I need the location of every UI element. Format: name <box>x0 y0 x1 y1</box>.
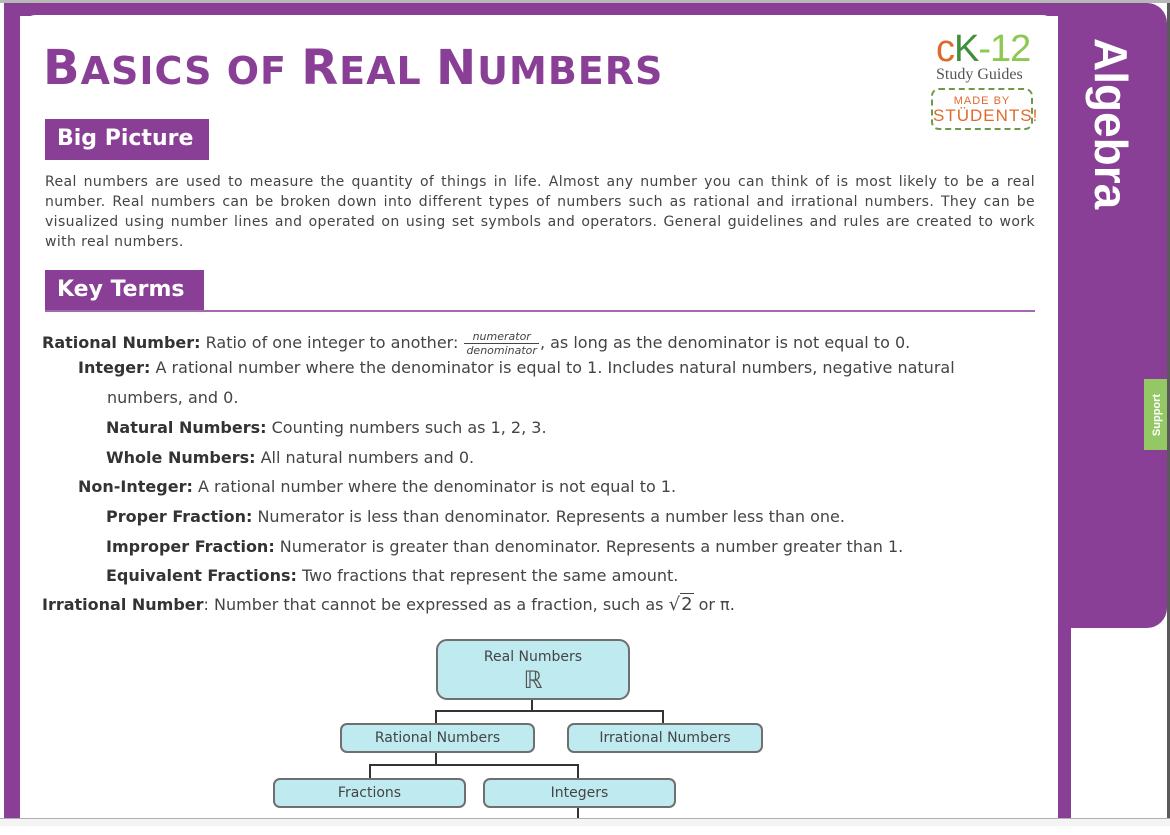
diagram-node-fractions: Fractions <box>273 778 466 808</box>
term-text: Two fractions that represent the same am… <box>296 566 679 585</box>
term-integer: Integer: A rational number where the den… <box>78 358 955 378</box>
connector-line <box>369 764 579 766</box>
study-guides-label: Study Guides <box>936 66 1023 83</box>
square-root: √2 <box>668 593 694 615</box>
term-text: : Number that cannot be expressed as a f… <box>203 595 669 614</box>
term-rational-number: Rational Number: Ratio of one integer to… <box>42 330 910 357</box>
connector-line <box>662 710 664 724</box>
ck12-logo: cK-12 Study Guides MADE BY STÜDENTS! <box>928 28 1038 138</box>
key-terms-heading: Key Terms <box>45 270 204 312</box>
radicand: 2 <box>680 593 694 615</box>
term-integer-continued: numbers, and 0. <box>107 388 239 407</box>
logo-k: K <box>954 28 979 70</box>
connector-line <box>435 710 664 712</box>
term-text: All natural numbers and 0. <box>255 448 475 467</box>
term-label: Equivalent Fractions: <box>106 566 297 585</box>
big-picture-paragraph: Real numbers are used to measure the qua… <box>45 174 1035 250</box>
term-label: Integer: <box>78 358 151 377</box>
term-label: Natural Numbers: <box>106 418 267 437</box>
page-title: BASICS OF REAL NUMBERS <box>43 40 663 99</box>
title-part: N <box>435 40 478 96</box>
fraction: numerator denominator <box>464 330 539 357</box>
logo-c: c <box>936 28 955 70</box>
title-part: R <box>301 40 340 96</box>
term-label: Irrational Number <box>42 595 204 614</box>
subject-title: Algebra <box>1085 38 1137 210</box>
term-text: A rational number where the denominator … <box>150 358 955 377</box>
term-natural-numbers: Natural Numbers: Counting numbers such a… <box>106 418 547 438</box>
title-part: ASICS OF <box>80 49 302 93</box>
term-equivalent-fractions: Equivalent Fractions: Two fractions that… <box>106 566 678 586</box>
term-improper-fraction: Improper Fraction: Numerator is greater … <box>106 537 903 557</box>
diagram-node-irrational-numbers: Irrational Numbers <box>567 723 763 753</box>
term-label: Improper Fraction: <box>106 537 275 556</box>
term-label: Rational Number: <box>42 333 201 352</box>
big-picture-heading: Big Picture <box>45 119 209 160</box>
ck12-wordmark: cK-12 <box>936 28 1031 70</box>
term-text: Numerator is greater than denominator. R… <box>274 537 904 556</box>
term-whole-numbers: Whole Numbers: All natural numbers and 0… <box>106 448 474 468</box>
term-text: , as long as the denominator is not equa… <box>539 333 911 352</box>
term-text: A rational number where the denominator … <box>192 477 677 496</box>
title-part: UMBERS <box>477 49 664 93</box>
connector-line <box>369 764 371 779</box>
title-part: EAL <box>339 49 436 93</box>
fraction-denominator: denominator <box>466 344 537 357</box>
term-text: Counting numbers such as 1, 2, 3. <box>266 418 547 437</box>
page-frame-left <box>4 3 20 818</box>
radical-sign: √ <box>668 594 681 615</box>
badge-line-2: STÜDENTS! <box>933 106 1039 125</box>
term-text: Ratio of one integer to another: <box>200 333 464 352</box>
term-text: Numerator is less than denominator. Repr… <box>252 507 845 526</box>
fraction-numerator: numerator <box>464 330 539 344</box>
term-irrational-number: Irrational Number: Number that cannot be… <box>42 593 735 615</box>
term-label: Proper Fraction: <box>106 507 253 526</box>
term-label: Non-Integer: <box>78 477 193 496</box>
term-proper-fraction: Proper Fraction: Numerator is less than … <box>106 507 845 527</box>
diagram-node-rational-numbers: Rational Numbers <box>340 723 535 753</box>
node-label: Real Numbers <box>483 649 583 665</box>
term-non-integer: Non-Integer: A rational number where the… <box>78 477 676 497</box>
term-text: or π. <box>693 595 735 614</box>
logo-number: -12 <box>978 28 1031 70</box>
real-numbers-symbol: ℝ <box>523 666 543 694</box>
connector-line <box>577 764 579 779</box>
title-part: B <box>43 40 81 96</box>
support-label: Support <box>1151 393 1164 436</box>
key-terms-divider <box>45 310 1035 312</box>
term-label: Whole Numbers: <box>106 448 256 467</box>
diagram-node-real-numbers: Real Numbers ℝ <box>436 639 630 700</box>
made-by-students-badge: MADE BY STÜDENTS! <box>931 88 1039 130</box>
connector-line <box>435 710 437 724</box>
diagram-node-integers: Integers <box>483 778 676 808</box>
